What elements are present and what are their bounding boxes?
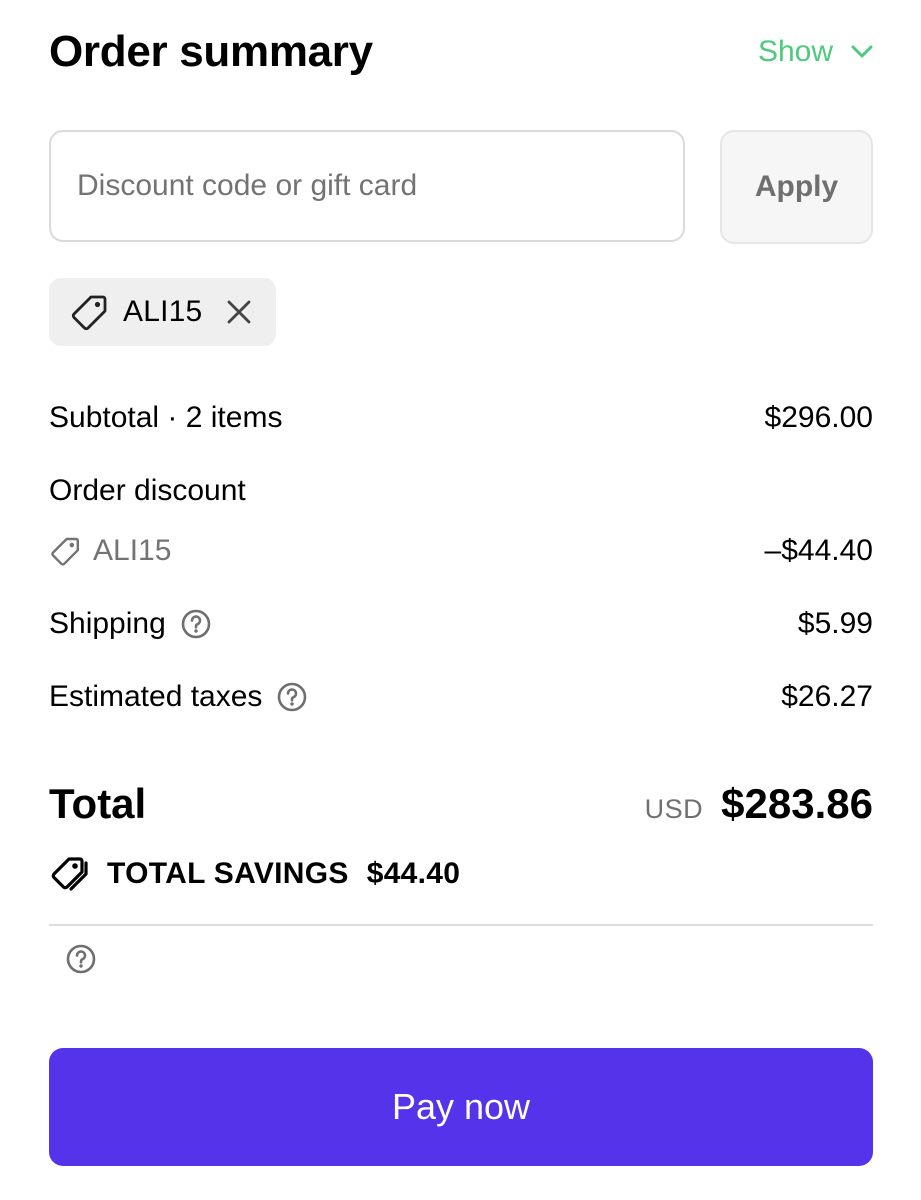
tag-icon <box>49 535 81 567</box>
discount-code-input[interactable] <box>49 130 685 242</box>
page-title: Order summary <box>49 27 373 76</box>
apply-discount-button[interactable]: Apply <box>720 130 873 244</box>
chevron-down-icon <box>851 45 873 59</box>
total-currency: USD <box>644 794 704 824</box>
shipping-row: Shipping $5.99 <box>49 602 873 646</box>
help-circle-icon[interactable] <box>180 608 212 640</box>
total-value-group: USD $283.86 <box>645 778 873 835</box>
help-circle-icon[interactable] <box>276 681 308 713</box>
total-amount: $283.86 <box>721 780 873 827</box>
shipping-value: $5.99 <box>797 607 873 640</box>
tags-icon <box>49 853 107 895</box>
show-order-summary-toggle[interactable]: Show <box>758 32 873 72</box>
subtotal-label: Subtotal · 2 items <box>49 401 283 434</box>
pay-now-button[interactable]: Pay now <box>49 1048 873 1166</box>
discount-code-label: ALI15 <box>93 534 172 567</box>
subtotal-value: $296.00 <box>764 401 873 434</box>
divider <box>49 924 873 926</box>
applied-discount-chip: ALI15 <box>49 278 276 346</box>
taxes-label: Estimated taxes <box>49 680 263 713</box>
applied-code-label: ALI15 <box>123 295 203 328</box>
total-label: Total <box>49 780 147 827</box>
total-savings-label: TOTAL SAVINGS <box>107 857 349 890</box>
total-savings: TOTAL SAVINGS $44.40 <box>49 852 460 896</box>
close-icon <box>228 300 251 324</box>
discount-value: –$44.40 <box>764 534 873 567</box>
remove-discount-button[interactable] <box>224 297 254 327</box>
taxes-value: $26.27 <box>781 680 873 713</box>
help-circle-icon[interactable] <box>65 943 97 975</box>
show-toggle-label: Show <box>757 35 833 68</box>
shipping-label: Shipping <box>49 607 166 640</box>
discount-code-row: ALI15 –$44.40 <box>49 529 873 573</box>
order-summary-header: Order summary Show <box>49 22 873 82</box>
order-discount-row: Order discount <box>49 469 873 513</box>
subtotal-row: Subtotal · 2 items $296.00 <box>49 396 873 440</box>
taxes-row: Estimated taxes $26.27 <box>49 675 873 719</box>
tag-icon <box>69 292 109 332</box>
total-savings-amount: $44.40 <box>366 857 461 890</box>
order-discount-label: Order discount <box>49 474 246 507</box>
